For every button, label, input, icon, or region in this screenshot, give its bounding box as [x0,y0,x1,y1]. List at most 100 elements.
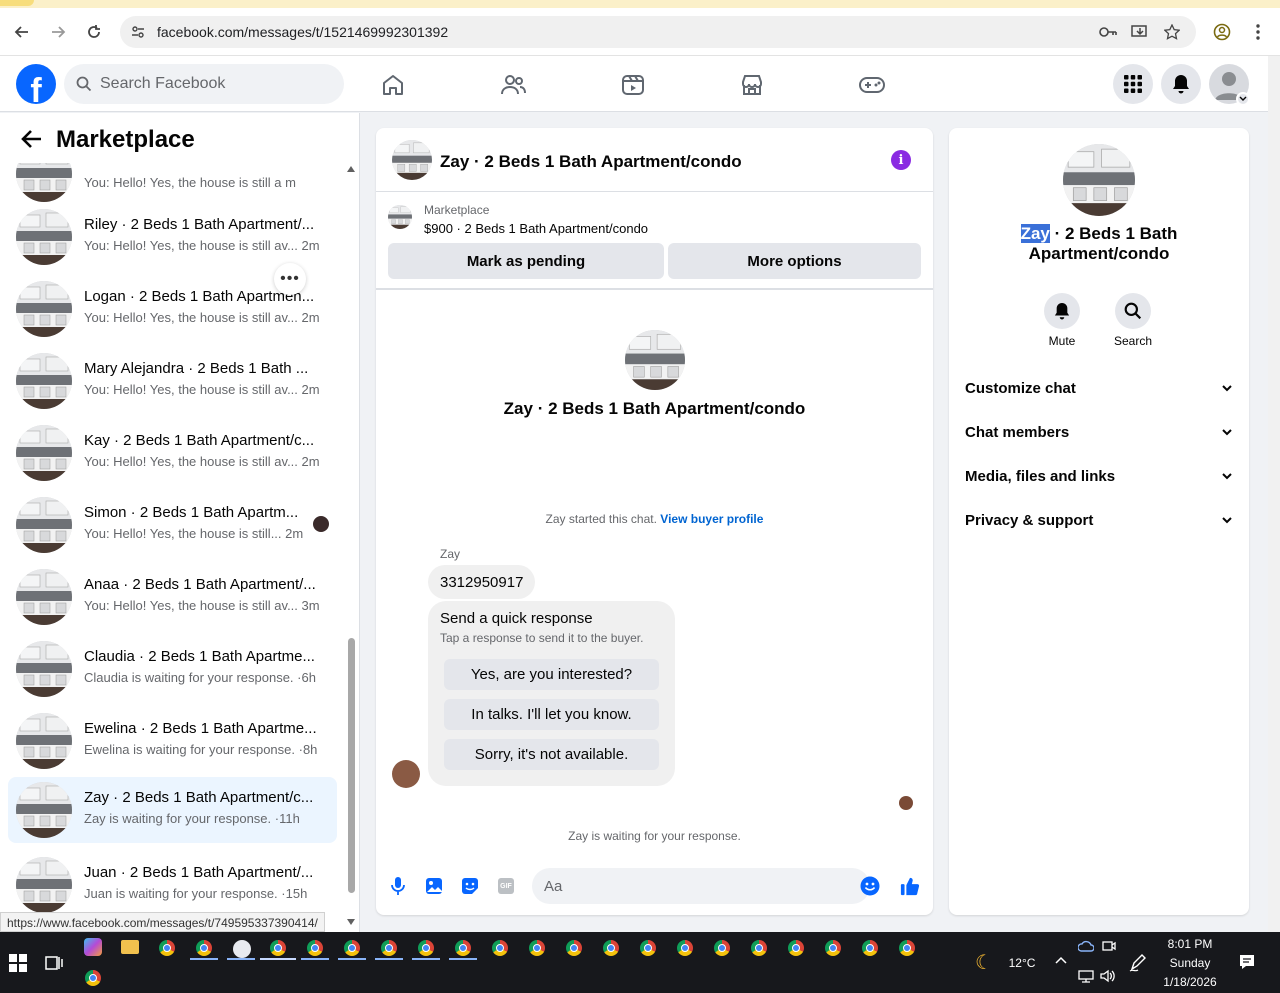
chrome-icon[interactable] [418,940,436,958]
quick-response-button[interactable]: Sorry, it's not available. [444,739,659,770]
listing-price[interactable]: $900 · 2 Beds 1 Bath Apartment/condo [424,221,648,236]
chrome-icon[interactable] [455,940,473,958]
search-facebook-input[interactable]: Search Facebook [64,64,344,104]
menu-grid-button[interactable] [1113,64,1153,104]
password-key-icon[interactable] [1098,24,1118,40]
task-view-icon[interactable] [45,954,63,972]
conversation-more-button[interactable]: ••• [274,263,306,295]
conversation-item[interactable]: Kay · 2 Beds 1 Bath Apartment/c... You: … [8,420,337,486]
message-bubble[interactable]: 3312950917 [428,565,536,599]
microphone-icon[interactable] [388,876,408,896]
site-settings-icon[interactable] [130,24,146,45]
mute-button[interactable] [1044,293,1080,329]
conversation-item[interactable]: Juan · 2 Beds 1 Bath Apartment/... Juan … [8,852,337,918]
chrome-icon[interactable] [381,940,399,958]
conversation-item[interactable]: Ewelina · 2 Beds 1 Bath Apartme... Eweli… [8,708,337,774]
like-thumb-icon[interactable] [900,876,920,896]
chrome-icon[interactable] [899,940,917,958]
listing-thumbnail[interactable] [388,205,412,229]
active-tab[interactable] [0,0,34,6]
network-icon[interactable] [1078,969,1094,983]
gaming-icon[interactable] [859,72,885,98]
view-buyer-profile-link[interactable]: View buyer profile [660,512,763,526]
paint-icon[interactable] [233,940,251,958]
customize-chat-section[interactable]: Customize chat [965,380,1233,404]
onedrive-icon[interactable] [1078,939,1094,953]
chrome-icon[interactable] [751,940,769,958]
notification-center-icon[interactable] [1238,953,1256,971]
back-arrow-icon[interactable] [20,129,42,154]
privacy-support-section[interactable]: Privacy & support [965,512,1233,536]
gif-icon[interactable]: GIF [496,876,516,896]
media-files-links-section[interactable]: Media, files and links [965,468,1233,492]
sticker-icon[interactable] [460,876,480,896]
chrome-icon[interactable] [862,940,880,958]
photo-icon[interactable] [424,876,444,896]
chrome-icon[interactable] [788,940,806,958]
emoji-icon[interactable] [860,876,880,901]
conversation-item[interactable]: Simon · 2 Beds 1 Bath Apartm... You: Hel… [8,492,337,558]
chrome-icon[interactable] [529,940,547,958]
chat-members-section[interactable]: Chat members [965,424,1233,448]
chrome-icon[interactable] [603,940,621,958]
reload-icon[interactable] [82,20,106,44]
chat-title[interactable]: Zay · 2 Beds 1 Bath Apartment/condo [440,152,742,172]
forward-icon[interactable] [46,20,70,44]
account-chevron-icon[interactable] [1236,92,1250,106]
address-bar[interactable]: facebook.com/messages/t/1521469992301392 [120,16,1196,48]
chrome-icon[interactable] [640,940,658,958]
profile-icon[interactable] [1210,20,1234,44]
chrome-icon[interactable] [566,940,584,958]
scroll-down-icon[interactable] [347,919,355,925]
back-icon[interactable] [10,20,34,44]
bookmark-star-icon[interactable] [1162,24,1182,40]
chrome-icon[interactable] [344,940,362,958]
chrome-icon[interactable] [307,940,325,958]
search-in-chat-button[interactable] [1115,293,1151,329]
conversation-item[interactable]: Mary Alejandra · 2 Beds 1 Bath ... You: … [8,348,337,414]
video-icon[interactable] [620,72,646,98]
notifications-button[interactable] [1161,64,1201,104]
chat-avatar[interactable] [392,140,432,180]
sender-avatar[interactable] [392,760,420,788]
install-app-icon[interactable] [1130,24,1150,40]
show-hidden-icons-icon[interactable] [1055,956,1067,964]
marketplace-icon[interactable] [739,72,765,98]
pen-icon[interactable] [1129,952,1147,972]
chrome-icon[interactable] [825,940,843,958]
windows-start-icon[interactable] [9,954,27,972]
clock-time[interactable]: 8:01 PM [1155,937,1225,951]
conversation-list-scrollbar[interactable] [345,163,357,932]
chrome-icon[interactable] [714,940,732,958]
weather-temperature[interactable]: 12°C [1002,956,1042,970]
conversation-item[interactable]: Anaa · 2 Beds 1 Bath Apartment/... You: … [8,564,337,630]
volume-icon[interactable] [1100,969,1116,983]
buyer-avatar-large[interactable] [625,330,685,390]
facebook-logo[interactable]: f [16,64,56,104]
chrome-icon[interactable] [677,940,695,958]
info-icon[interactable]: i [891,150,911,170]
chrome-icon[interactable] [196,940,214,958]
chrome-icon[interactable] [85,970,103,988]
scroll-up-icon[interactable] [347,166,355,172]
clock-day[interactable]: Sunday [1155,956,1225,970]
scroll-thumb[interactable] [348,638,355,893]
moon-weather-icon[interactable]: ☾ [975,950,993,975]
camera-icon[interactable] [1102,939,1116,953]
conversation-item[interactable]: Riley · 2 Beds 1 Bath Apartment/... You:… [8,204,337,270]
chrome-icon[interactable] [159,940,177,958]
home-icon[interactable] [380,72,406,98]
clock-date[interactable]: 1/18/2026 [1155,975,1225,989]
copilot-icon[interactable] [84,938,102,956]
chrome-icon[interactable] [492,940,510,958]
chrome-icon-active[interactable] [270,940,288,958]
message-input[interactable]: Aa [532,868,880,904]
more-options-button[interactable]: More options [668,243,921,279]
browser-menu-icon[interactable] [1246,20,1270,44]
page-scrollbar[interactable] [1268,56,1280,932]
mark-as-pending-button[interactable]: Mark as pending [388,243,664,279]
quick-response-button[interactable]: In talks. I'll let you know. [444,699,659,730]
friends-icon[interactable] [500,72,526,98]
quick-response-button[interactable]: Yes, are you interested? [444,659,659,690]
file-explorer-icon[interactable] [121,940,139,954]
